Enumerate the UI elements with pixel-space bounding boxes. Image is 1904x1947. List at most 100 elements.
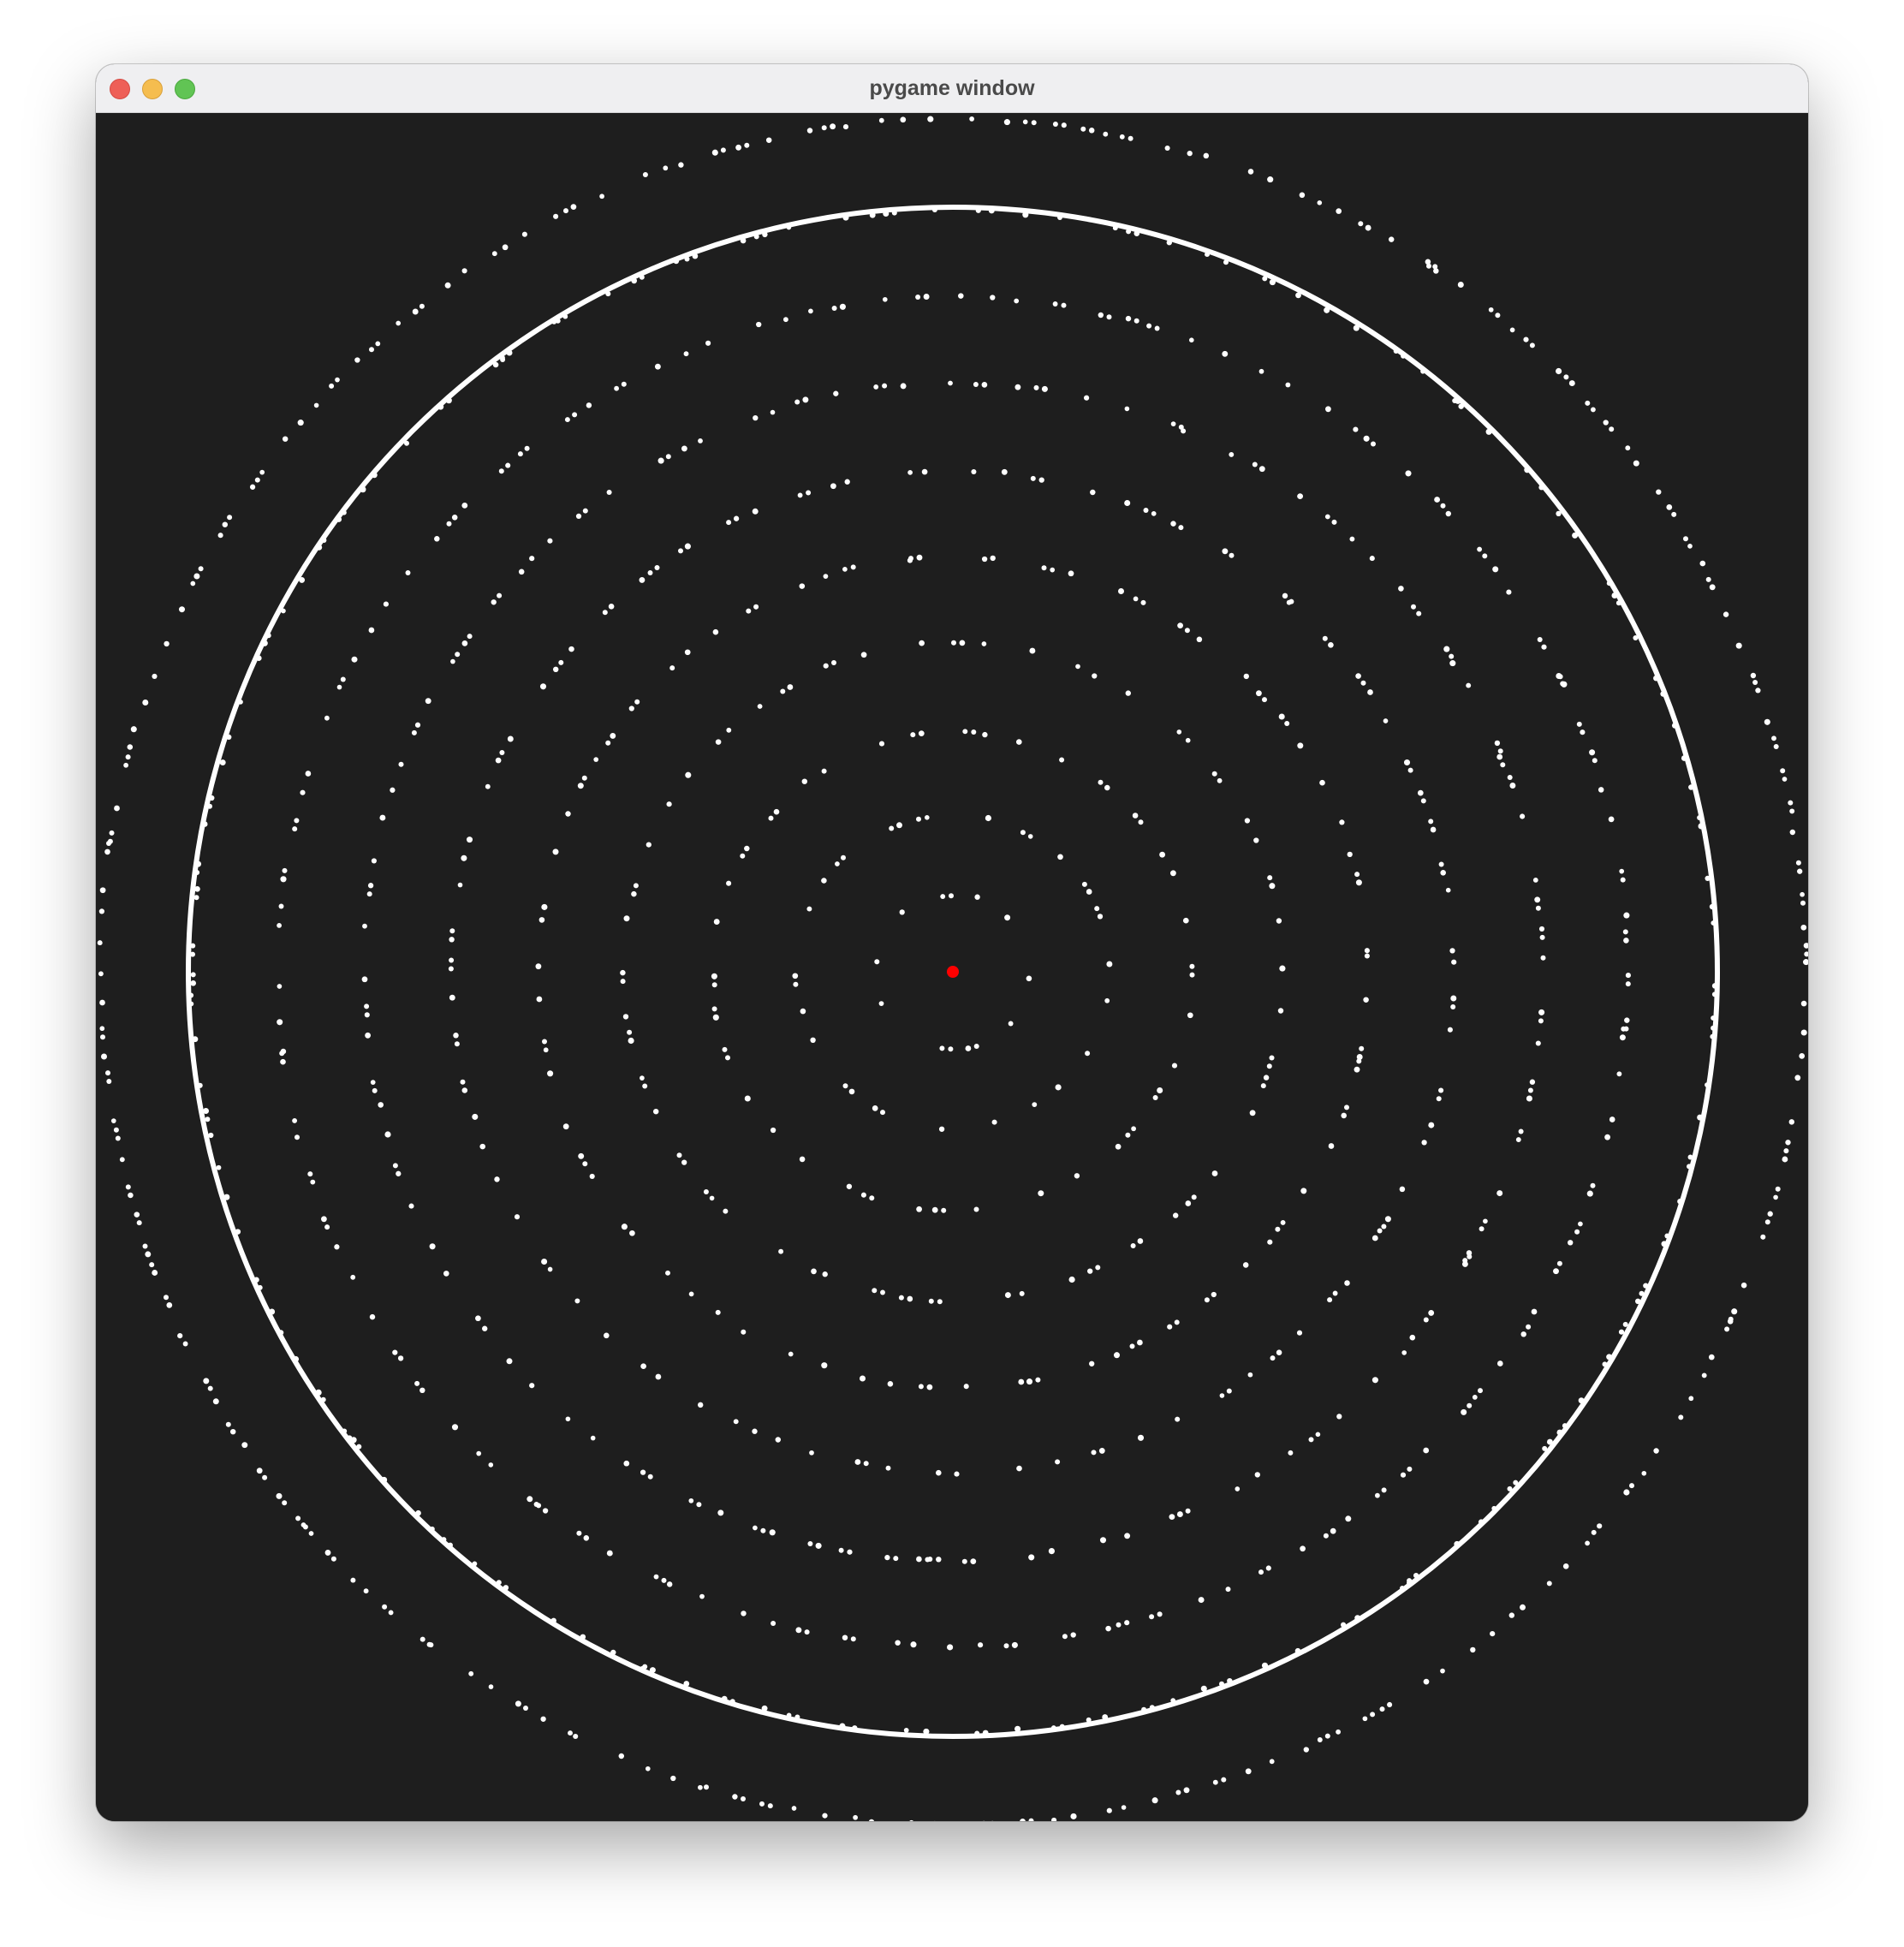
particle (1561, 681, 1568, 688)
particle (1260, 1083, 1266, 1089)
particle (539, 683, 547, 690)
particle (1384, 1216, 1391, 1223)
particle (842, 1083, 848, 1089)
particle (885, 1465, 891, 1471)
particle (1529, 342, 1535, 348)
particle (1332, 1290, 1338, 1296)
particle (412, 308, 419, 315)
particle (350, 1274, 356, 1280)
particle (1535, 905, 1541, 911)
particle (241, 1442, 248, 1449)
particle (1557, 674, 1563, 680)
particle (1800, 891, 1805, 897)
particle (449, 928, 455, 934)
particle (1585, 400, 1591, 406)
particle (350, 1577, 356, 1583)
particle (872, 1288, 878, 1294)
particle (543, 1047, 549, 1053)
particle (1164, 145, 1170, 152)
particle (703, 1189, 709, 1194)
particle (1365, 224, 1371, 231)
particle (678, 548, 683, 554)
particle (127, 744, 134, 750)
close-button[interactable] (110, 79, 130, 99)
particle (1322, 635, 1328, 641)
particle (249, 484, 256, 490)
particle (541, 903, 548, 910)
particle (1540, 955, 1546, 961)
particle (1106, 1807, 1112, 1813)
particle (390, 787, 396, 793)
title-bar[interactable]: pygame window (96, 64, 1808, 113)
particle (575, 513, 582, 520)
particle (384, 1131, 391, 1138)
particle (715, 1309, 721, 1315)
particle (1727, 1319, 1734, 1325)
particle (900, 383, 907, 390)
particle (726, 880, 732, 886)
particle (1495, 313, 1501, 319)
particle (744, 1095, 751, 1102)
particle (1308, 1437, 1314, 1443)
particle (278, 903, 284, 909)
particle (1795, 860, 1801, 866)
particle (1211, 771, 1217, 777)
particle (1068, 570, 1074, 577)
particle (882, 383, 888, 389)
particle (461, 640, 468, 646)
particle (106, 1079, 112, 1084)
particle (107, 838, 113, 844)
particle (379, 814, 386, 821)
particle (1330, 1527, 1336, 1534)
particle (1265, 1565, 1271, 1571)
particle-scene (97, 116, 1808, 1821)
particle (665, 1270, 670, 1276)
particle (461, 1087, 468, 1093)
particle (1029, 647, 1036, 654)
particle (767, 1803, 773, 1809)
particle (1467, 1402, 1473, 1408)
particle (1423, 1317, 1429, 1323)
particle (1364, 948, 1370, 954)
particle (521, 231, 527, 237)
particle (1450, 1004, 1456, 1009)
particle (1300, 1545, 1306, 1552)
particle (705, 340, 711, 346)
particle (787, 684, 794, 690)
particle (446, 521, 452, 527)
particle (354, 357, 360, 363)
particle (1687, 544, 1693, 549)
particle (547, 538, 553, 544)
particle (104, 848, 110, 855)
particle (1252, 461, 1258, 467)
particle (506, 1358, 513, 1365)
particle (466, 837, 473, 843)
particle (1423, 1678, 1430, 1685)
particle (1254, 1472, 1260, 1478)
particle (804, 1629, 810, 1635)
particle (205, 1116, 211, 1122)
particle (1653, 1448, 1659, 1454)
particle (959, 640, 966, 646)
particle (1244, 818, 1251, 824)
particle (1477, 546, 1483, 552)
game-canvas[interactable] (96, 113, 1808, 1821)
particle (576, 1530, 582, 1536)
particle (378, 1102, 384, 1108)
particle (678, 162, 684, 168)
particle (583, 1535, 590, 1541)
particle (759, 1801, 765, 1807)
particle (842, 567, 848, 572)
maximize-button[interactable] (175, 79, 195, 99)
particle (792, 973, 799, 979)
particle (457, 882, 463, 888)
particle (1360, 680, 1366, 686)
particle (182, 1341, 188, 1347)
particle (517, 451, 523, 457)
particle (1113, 1352, 1121, 1359)
particle (831, 306, 837, 311)
minimize-button[interactable] (142, 79, 163, 99)
particle (1492, 566, 1499, 573)
particle (642, 171, 648, 178)
particle (1178, 525, 1184, 531)
